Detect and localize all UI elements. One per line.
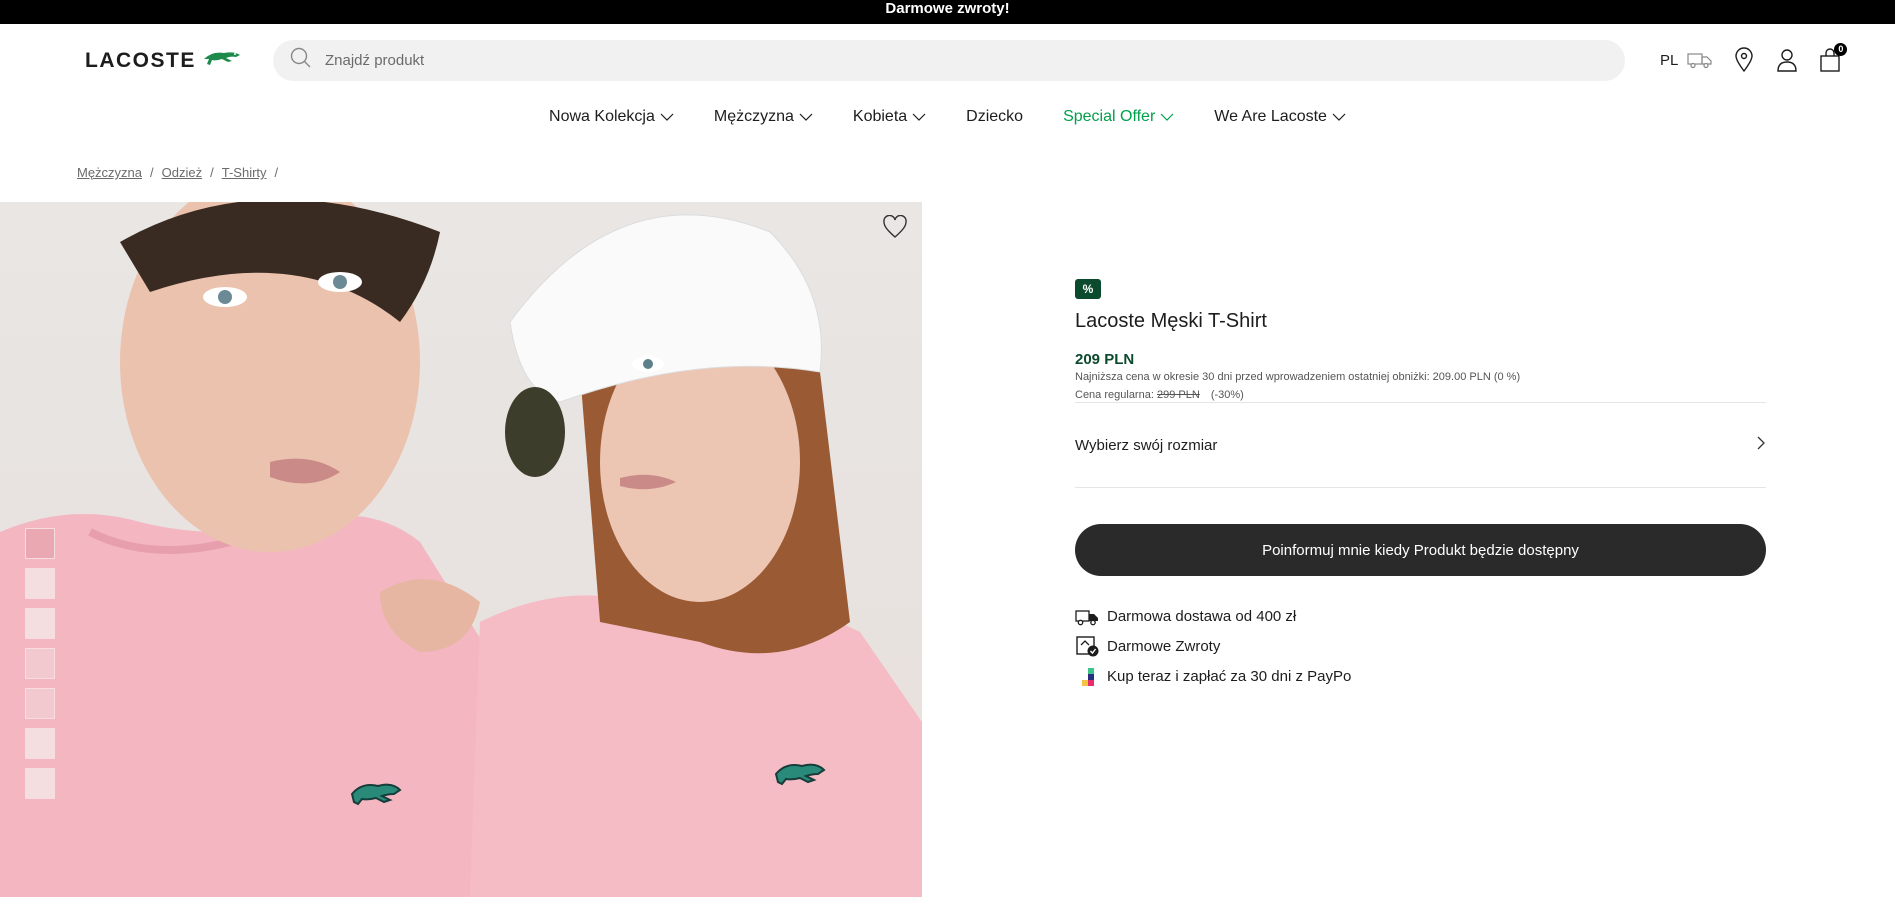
- thumbnail-7[interactable]: [25, 768, 55, 799]
- header-actions: PL 0: [1660, 43, 1848, 76]
- account-icon[interactable]: [1773, 46, 1801, 74]
- search-icon: [289, 46, 313, 75]
- wishlist-button[interactable]: [882, 214, 908, 244]
- image-thumbnails: [25, 528, 55, 799]
- breadcrumb-link-mezczyzna[interactable]: Mężczyzna: [77, 165, 142, 180]
- nav-item-label: Mężczyzna: [713, 108, 794, 125]
- chevron-right-icon: [1756, 435, 1766, 455]
- thumbnail-4[interactable]: [25, 648, 55, 679]
- thumbnail-2[interactable]: [25, 568, 55, 599]
- search-bar[interactable]: [273, 40, 1625, 81]
- chevron-down-icon: [1332, 113, 1346, 121]
- discount-percent: (-30%): [1210, 389, 1244, 401]
- chevron-down-icon: [1160, 113, 1174, 121]
- breadcrumb-link-odziez[interactable]: Odzież: [162, 165, 202, 180]
- divider: [1075, 487, 1766, 488]
- perk-paypo: Kup teraz i zapłać za 30 dni z PayPo: [1075, 665, 1351, 688]
- cart-icon[interactable]: 0: [1816, 43, 1848, 74]
- logo-text: LACOSTE: [85, 48, 196, 72]
- product-perks: Darmowa dostawa od 400 zł Darmowe Zwroty…: [1075, 605, 1351, 688]
- nav-item-nowa-kolekcja[interactable]: Nowa Kolekcja: [549, 108, 674, 126]
- chevron-down-icon: [912, 113, 926, 121]
- delivery-truck-icon[interactable]: [1686, 46, 1714, 74]
- regular-price-value: 299 PLN: [1156, 389, 1200, 401]
- thumbnail-5[interactable]: [25, 688, 55, 719]
- product-price: 209 PLN: [1075, 351, 1135, 368]
- notify-when-available-button[interactable]: Poinformuj mnie kiedy Produkt będzie dos…: [1075, 524, 1766, 576]
- breadcrumb-separator: /: [274, 165, 279, 180]
- breadcrumb: Mężczyzna / Odzież / T-Shirty /: [77, 165, 278, 180]
- nav-item-special-offer[interactable]: Special Offer: [1063, 108, 1174, 126]
- promo-bar: Darmowe zwroty!: [0, 0, 1895, 24]
- discount-badge: %: [1075, 279, 1101, 299]
- breadcrumb-separator: /: [210, 165, 214, 180]
- breadcrumb-link-t-shirty[interactable]: T-Shirty: [222, 165, 267, 180]
- logo[interactable]: LACOSTE: [85, 47, 242, 74]
- perk-free-delivery: Darmowa dostawa od 400 zł: [1075, 605, 1351, 628]
- size-selector-label: Wybierz swój rozmiar: [1075, 436, 1218, 454]
- delivery-truck-icon: [1075, 605, 1100, 628]
- paypo-icon: [1075, 665, 1100, 688]
- promo-text: Darmowe zwroty!: [885, 0, 1010, 17]
- nav-item-kobieta[interactable]: Kobieta: [853, 108, 926, 126]
- chevron-down-icon: [660, 113, 674, 121]
- free-returns-icon: [1075, 635, 1100, 658]
- breadcrumb-separator: /: [150, 165, 154, 180]
- search-input[interactable]: [325, 52, 1525, 69]
- nav-item-we-are-lacoste[interactable]: We Are Lacoste: [1214, 108, 1346, 126]
- thumbnail-6[interactable]: [25, 728, 55, 759]
- store-locator-icon[interactable]: [1730, 46, 1758, 74]
- thumbnail-1[interactable]: [25, 528, 55, 559]
- crocodile-logo-icon: [202, 47, 242, 74]
- perk-label: Darmowa dostawa od 400 zł: [1107, 608, 1297, 625]
- cart-count-badge: 0: [1834, 43, 1848, 56]
- language-selector[interactable]: PL: [1660, 52, 1678, 69]
- divider: [1075, 402, 1766, 403]
- nav-item-label: Nowa Kolekcja: [549, 108, 655, 125]
- nav-item-mezczyzna[interactable]: Mężczyzna: [714, 108, 813, 126]
- nav-item-dziecko[interactable]: Dziecko: [966, 108, 1023, 126]
- nav-item-label: Kobieta: [852, 108, 908, 125]
- heart-icon: [882, 214, 908, 243]
- nav-item-label: Dziecko: [966, 108, 1024, 125]
- chevron-down-icon: [799, 113, 813, 121]
- regular-price-line: Cena regularna: 299 PLN (-30%): [1075, 389, 1244, 401]
- perk-label: Darmowe Zwroty: [1107, 638, 1221, 655]
- nav-item-label: We Are Lacoste: [1214, 108, 1327, 125]
- perk-free-returns: Darmowe Zwroty: [1075, 635, 1351, 658]
- product-main-image[interactable]: [0, 202, 922, 897]
- lowest-price-note: Najniższa cena w okresie 30 dni przed wp…: [1075, 371, 1521, 383]
- perk-label: Kup teraz i zapłać za 30 dni z PayPo: [1107, 668, 1352, 685]
- thumbnail-3[interactable]: [25, 608, 55, 639]
- size-selector[interactable]: Wybierz swój rozmiar: [1075, 421, 1766, 469]
- nav-item-label: Special Offer: [1063, 108, 1156, 125]
- product-title: Lacoste Męski T-Shirt: [1075, 310, 1267, 332]
- main-navigation: Nowa Kolekcja Mężczyzna Kobieta Dziecko …: [0, 108, 1895, 126]
- regular-price-label: Cena regularna:: [1075, 389, 1154, 401]
